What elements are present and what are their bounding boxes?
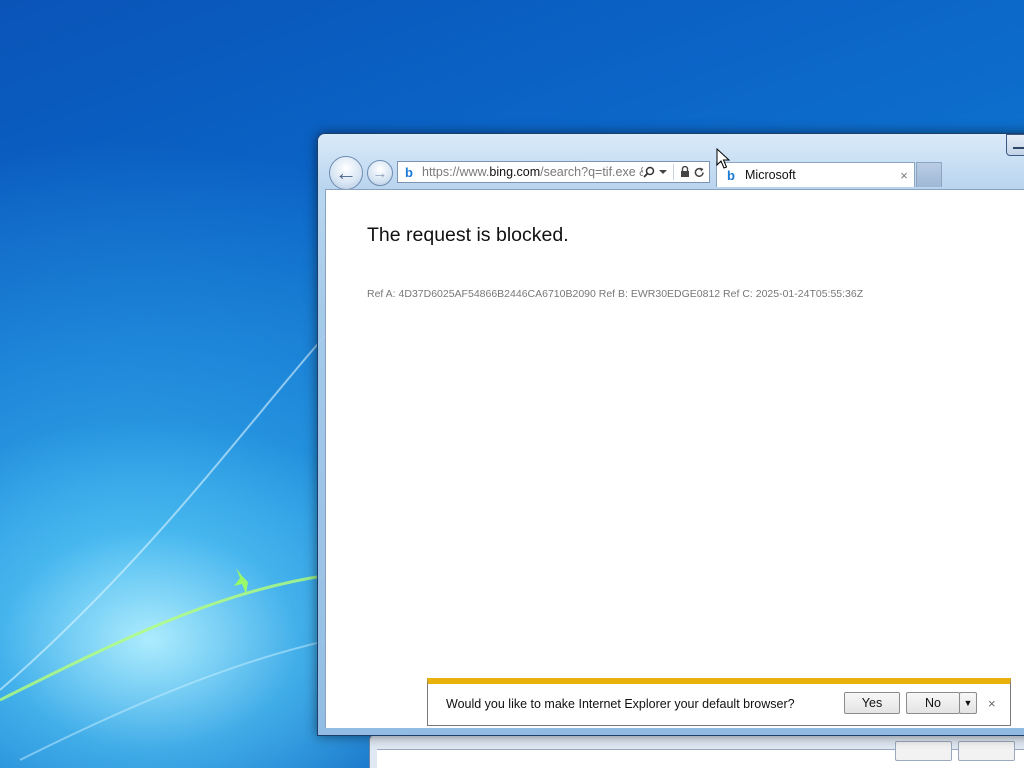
dropdown-icon[interactable]: [659, 169, 667, 175]
tab-close-icon[interactable]: ×: [896, 168, 912, 183]
new-tab-button[interactable]: [916, 162, 942, 187]
reference-line: Ref A: 4D37D6025AF54866B2446CA6710B2090 …: [367, 288, 864, 300]
url-path: /search?q=tif.exe &: [540, 165, 643, 179]
address-url[interactable]: https://www.bing.com/search?q=tif.exe &: [422, 165, 643, 179]
mouse-pointer-icon: [716, 148, 730, 169]
forward-arrow-icon: →: [372, 164, 388, 182]
internet-explorer-window: ← → b https://www.bing.com/search?q=tif.…: [317, 133, 1024, 736]
minimize-icon: [1013, 147, 1024, 149]
forward-button[interactable]: →: [367, 160, 393, 186]
notification-message: Would you like to make Internet Explorer…: [446, 697, 795, 711]
yes-button[interactable]: Yes: [844, 692, 900, 714]
refresh-icon[interactable]: [694, 167, 705, 178]
no-options-dropdown[interactable]: ▼: [959, 692, 977, 714]
bing-favicon-icon: b: [405, 164, 413, 180]
notification-close-icon[interactable]: ×: [988, 696, 996, 711]
search-icon[interactable]: [643, 166, 655, 178]
address-separator: [673, 164, 674, 180]
background-window-button: [958, 741, 1015, 761]
no-button[interactable]: No: [906, 692, 960, 714]
background-window-button: [895, 741, 952, 761]
tab-microsoft[interactable]: b Microsoft ×: [716, 162, 915, 187]
page-content: The request is blocked. Ref A: 4D37D6025…: [325, 189, 1024, 728]
back-button[interactable]: ←: [329, 156, 363, 190]
back-arrow-icon: ←: [335, 160, 357, 185]
lock-icon[interactable]: [680, 166, 690, 178]
page-title: The request is blocked.: [367, 224, 569, 246]
background-window: [369, 734, 1024, 768]
url-scheme: https://www.: [422, 165, 490, 179]
tab-title: Microsoft: [745, 168, 796, 182]
minimize-button[interactable]: [1006, 134, 1024, 156]
url-host: bing.com: [489, 165, 541, 179]
address-bar[interactable]: b https://www.bing.com/search?q=tif.exe …: [397, 161, 710, 183]
default-browser-notification: Would you like to make Internet Explorer…: [427, 678, 1011, 726]
